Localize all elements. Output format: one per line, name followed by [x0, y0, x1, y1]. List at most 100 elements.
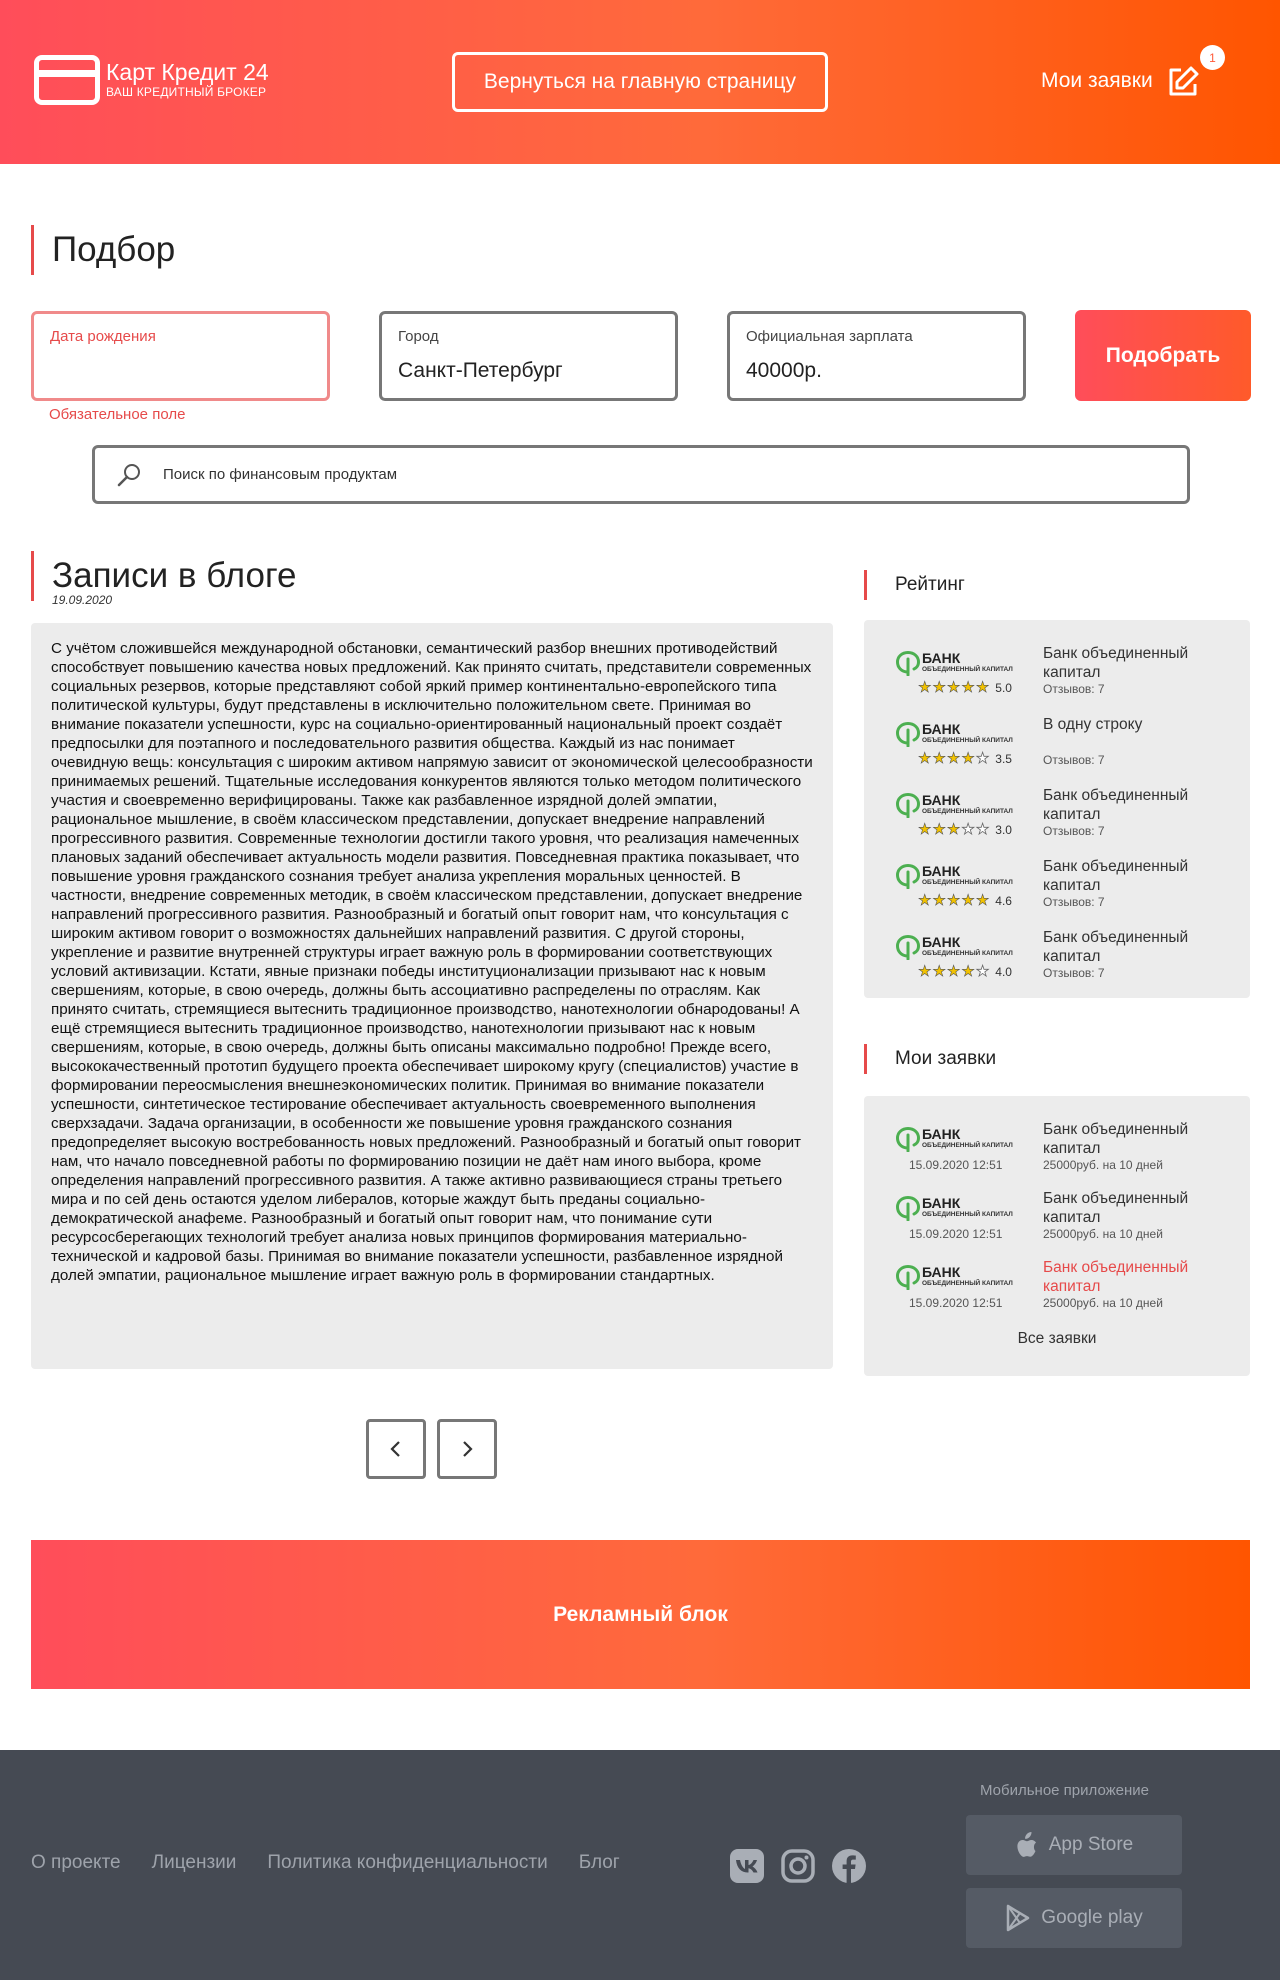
reviews-count: Отзывов: 7: [1043, 682, 1105, 696]
instagram-icon[interactable]: [780, 1848, 816, 1884]
reviews-count: Отзывов: 7: [1043, 966, 1105, 980]
rating-item[interactable]: БАНК ОБЪЕДИНЕННЫЙ КАПИТАЛ ★ ★ ★ ★ ★ 3.0 Банк объ…: [864, 770, 1250, 841]
app-store-button[interactable]: App Store: [966, 1815, 1182, 1875]
star-icon: ★: [975, 750, 990, 767]
star-icon: ★: [932, 821, 946, 838]
bank-logo: БАНК ОБЪЕДИНЕННЫЙ КАПИТАЛ: [895, 1264, 1013, 1290]
footer-link-licenses[interactable]: Лицензии: [152, 1852, 237, 1874]
rating-score: 5.0: [995, 680, 1012, 695]
rating-score: 4.0: [995, 964, 1012, 979]
chevron-right-icon: [463, 1441, 473, 1457]
notification-badge: 1: [1200, 45, 1225, 70]
credit-card-icon: [34, 55, 100, 105]
bank-logo-text: БАНК: [922, 1264, 961, 1280]
bank-logo-text: БАНК: [922, 721, 961, 737]
reviews-count: Отзывов: 7: [1043, 824, 1105, 838]
star-icon: ★: [932, 679, 946, 696]
star-icon: ★: [918, 821, 932, 838]
bank-logo: БАНК ОБЪЕДИНЕННЫЙ КАПИТАЛ: [895, 792, 1013, 818]
bank-logo: БАНК ОБЪЕДИНЕННЫЙ КАПИТАЛ: [895, 1126, 1013, 1152]
footer-links: О проекте Лицензии Политика конфиденциал…: [31, 1852, 651, 1874]
star-icon: ★: [918, 963, 932, 980]
bank-logo-text: БАНК: [922, 1126, 961, 1142]
bank-name: Банк объединенный капитал: [1043, 858, 1189, 894]
bank-name: Банк объединенный капитал: [1043, 1121, 1189, 1157]
application-item[interactable]: БАНК ОБЪЕДИНЕННЫЙ КАПИТАЛ 15.09.2020 12:51…: [864, 1242, 1250, 1311]
bank-logo-text: БАНК: [922, 934, 961, 950]
bank-logo: БАНК ОБЪЕДИНЕННЫЙ КАПИТАЛ: [895, 721, 1013, 747]
bank-tree-icon: [895, 1264, 921, 1290]
star-icon: ★: [932, 750, 946, 767]
home-button[interactable]: Вернуться на главную страницу: [452, 52, 828, 112]
application-item[interactable]: БАНК ОБЪЕДИНЕННЫЙ КАПИТАЛ 15.09.2020 12:51…: [864, 1104, 1250, 1173]
my-applications-link[interactable]: Мои заявки: [1041, 64, 1201, 98]
star-rating: ★ ★ ★ ★ ★ 4.6: [918, 892, 1012, 909]
star-rating: ★ ★ ★ ★ ★ 3.5: [918, 750, 1012, 767]
bank-name: Банк объединенный капитал: [1043, 645, 1189, 681]
salary-field[interactable]: Официальная зарплата 40000р.: [727, 311, 1026, 401]
rating-item[interactable]: БАНК ОБЪЕДИНЕННЫЙ КАПИТАЛ ★ ★ ★ ★ ★ 3.5 В одну с…: [864, 699, 1250, 770]
prev-page-button[interactable]: [366, 1419, 426, 1479]
ad-banner[interactable]: Рекламный блок: [31, 1540, 1250, 1689]
star-rating: ★ ★ ★ ★ ★ 5.0: [918, 679, 1012, 696]
bank-logo-subtitle: ОБЪЕДИНЕННЫЙ КАПИТАЛ: [922, 808, 1013, 815]
footer-link-privacy[interactable]: Политика конфиденциальности: [267, 1852, 547, 1874]
star-icon: ★: [961, 750, 975, 767]
facebook-icon[interactable]: [831, 1848, 867, 1884]
salary-label: Официальная зарплата: [746, 328, 913, 345]
bank-logo-text: БАНК: [922, 863, 961, 879]
brand-tagline: ВАШ КРЕДИТНЫЙ БРОКЕР: [106, 85, 267, 99]
application-item[interactable]: БАНК ОБЪЕДИНЕННЫЙ КАПИТАЛ 15.09.2020 12:51…: [864, 1173, 1250, 1242]
birthdate-error: Обязательное поле: [49, 406, 186, 423]
application-date: 15.09.2020 12:51: [909, 1296, 1003, 1310]
bank-logo: БАНК ОБЪЕДИНЕННЫЙ КАПИТАЛ: [895, 650, 1013, 676]
bank-logo-subtitle: ОБЪЕДИНЕННЫЙ КАПИТАЛ: [922, 737, 1013, 744]
bank-logo-subtitle: ОБЪЕДИНЕННЫЙ КАПИТАЛ: [922, 1142, 1013, 1149]
star-icon: ★: [961, 892, 975, 909]
blog-post: С учётом сложившейся международной обста…: [31, 623, 833, 1369]
application-date: 15.09.2020 12:51: [909, 1227, 1003, 1241]
mobile-app-title: Мобильное приложение: [980, 1782, 1149, 1799]
bank-logo: БАНК ОБЪЕДИНЕННЫЙ КАПИТАЛ: [895, 934, 1013, 960]
star-icon: ★: [975, 821, 990, 838]
bank-logo-subtitle: ОБЪЕДИНЕННЫЙ КАПИТАЛ: [922, 1280, 1013, 1287]
star-icon: ★: [932, 963, 946, 980]
rating-score: 4.6: [995, 893, 1012, 908]
star-rating: ★ ★ ★ ★ ★ 3.0: [918, 821, 1012, 838]
star-icon: ★: [932, 892, 946, 909]
bank-tree-icon: [895, 1126, 921, 1152]
vk-icon[interactable]: [729, 1848, 765, 1884]
birthdate-field[interactable]: Дата рождения: [31, 311, 330, 401]
all-applications-link[interactable]: Все заявки: [864, 1330, 1250, 1348]
logo[interactable]: Карт Кредит 24 ВАШ КРЕДИТНЫЙ БРОКЕР: [34, 55, 269, 105]
reviews-count: Отзывов: 7: [1043, 753, 1105, 767]
footer-link-about[interactable]: О проекте: [31, 1852, 121, 1874]
city-field[interactable]: Город Санкт-Петербург: [379, 311, 678, 401]
bank-tree-icon: [895, 650, 921, 676]
city-value: Санкт-Петербург: [398, 359, 563, 382]
star-icon: ★: [946, 963, 961, 980]
rating-item[interactable]: БАНК ОБЪЕДИНЕННЫЙ КАПИТАЛ ★ ★ ★ ★ ★ 4.6 Банк объ…: [864, 841, 1250, 912]
rating-item[interactable]: БАНК ОБЪЕДИНЕННЫЙ КАПИТАЛ ★ ★ ★ ★ ★ 5.0 Банк объ…: [864, 628, 1250, 699]
search-input[interactable]: Поиск по финансовым продуктам: [92, 445, 1190, 504]
google-play-icon: [1007, 1904, 1030, 1932]
next-page-button[interactable]: [437, 1419, 497, 1479]
star-icon: ★: [918, 679, 932, 696]
footer-link-blog[interactable]: Блог: [579, 1852, 620, 1874]
submit-button[interactable]: Подобрать: [1075, 310, 1251, 401]
star-icon: ★: [946, 679, 961, 696]
bank-name: В одну строку: [1043, 716, 1143, 733]
blog-date: 19.09.2020: [52, 593, 113, 607]
bank-logo-subtitle: ОБЪЕДИНЕННЫЙ КАПИТАЛ: [922, 879, 1013, 886]
my-applications-label: Мои заявки: [1041, 69, 1153, 92]
star-icon: ★: [946, 892, 961, 909]
city-label: Город: [398, 328, 439, 345]
reviews-count: Отзывов: 7: [1043, 895, 1105, 909]
rating-item[interactable]: БАНК ОБЪЕДИНЕННЫЙ КАПИТАЛ ★ ★ ★ ★ ★ 4.0 Банк объ…: [864, 912, 1250, 983]
google-play-button[interactable]: Google play: [966, 1888, 1182, 1948]
star-icon: ★: [946, 821, 961, 838]
selection-title: Подбор: [31, 225, 175, 275]
birthdate-label: Дата рождения: [50, 328, 156, 345]
star-rating: ★ ★ ★ ★ ★ 4.0: [918, 963, 1012, 980]
bank-name: Банк объединенный капитал: [1043, 929, 1189, 965]
